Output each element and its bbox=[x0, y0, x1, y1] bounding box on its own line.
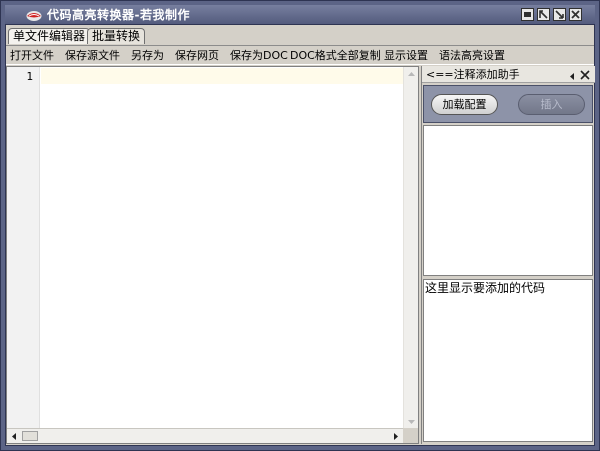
horizontal-scrollbar[interactable] bbox=[7, 428, 403, 443]
window-title: 代码高亮转换器-若我制作 bbox=[47, 8, 190, 22]
panel-header: <==注释添加助手 bbox=[422, 66, 595, 83]
line-number: 1 bbox=[26, 70, 33, 83]
menu-open-file[interactable]: 打开文件 bbox=[10, 49, 54, 63]
tab-single-file-editor[interactable]: 单文件编辑器 bbox=[8, 28, 91, 44]
code-editor[interactable]: 1 bbox=[6, 66, 419, 444]
menu-save-source[interactable]: 保存源文件 bbox=[65, 49, 120, 63]
menu-save-as[interactable]: 另存为 bbox=[131, 49, 164, 63]
vertical-scrollbar[interactable] bbox=[403, 67, 418, 429]
panel-toolbar: 加载配置 插入 bbox=[423, 85, 593, 123]
menu-display-settings[interactable]: 显示设置 bbox=[384, 49, 428, 63]
insert-button[interactable]: 插入 bbox=[518, 94, 585, 115]
collapse-panel-icon[interactable] bbox=[568, 70, 576, 80]
minimize-icon[interactable] bbox=[521, 8, 534, 21]
restore-icon[interactable] bbox=[537, 8, 550, 21]
code-preview-area[interactable]: 这里显示要添加的代码 bbox=[423, 279, 593, 442]
tab-batch-convert[interactable]: 批量转换 bbox=[87, 28, 146, 44]
menu-save-as-doc[interactable]: 保存为DOC bbox=[230, 49, 288, 63]
close-panel-icon[interactable] bbox=[580, 69, 590, 80]
comment-template-list[interactable] bbox=[423, 125, 593, 276]
scroll-up-icon[interactable] bbox=[406, 69, 417, 80]
line-number-gutter: 1 bbox=[7, 67, 40, 429]
menu-copy-all-doc[interactable]: DOC格式全部复制 bbox=[290, 49, 381, 63]
app-logo-icon bbox=[26, 8, 42, 22]
comment-helper-panel: <==注释添加助手 加载配置 插入 这里显示要添加的代码 bbox=[421, 66, 595, 444]
title-bar[interactable]: 代码高亮转换器-若我制作 bbox=[5, 5, 595, 25]
tab-strip: 单文件编辑器 批量转换 bbox=[6, 26, 594, 44]
scroll-down-icon[interactable] bbox=[406, 416, 417, 427]
panel-title: <==注释添加助手 bbox=[426, 68, 520, 81]
code-preview-hint: 这里显示要添加的代码 bbox=[425, 281, 546, 295]
scrollbar-corner bbox=[403, 428, 418, 443]
current-line-highlight bbox=[41, 68, 403, 84]
menu-syntax-highlight-settings[interactable]: 语法高亮设置 bbox=[439, 49, 505, 63]
menu-bar: 打开文件 保存源文件 另存为 保存网页 保存为DOC DOC格式全部复制 显示设… bbox=[6, 45, 594, 65]
scroll-right-icon[interactable] bbox=[390, 431, 401, 442]
maximize-icon[interactable] bbox=[553, 8, 566, 21]
horizontal-scroll-thumb[interactable] bbox=[22, 431, 38, 441]
close-icon[interactable] bbox=[569, 8, 582, 21]
scroll-left-icon[interactable] bbox=[9, 431, 20, 442]
menu-save-webpage[interactable]: 保存网页 bbox=[175, 49, 219, 63]
load-config-button[interactable]: 加载配置 bbox=[431, 94, 498, 115]
